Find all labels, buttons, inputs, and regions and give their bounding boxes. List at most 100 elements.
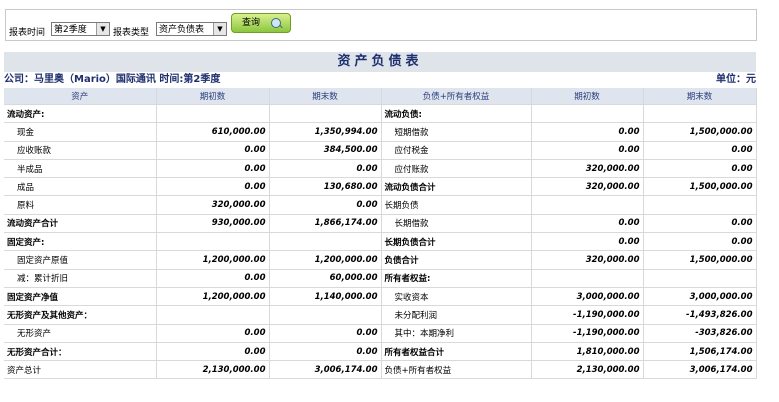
amount-cell: 0.00: [156, 342, 270, 362]
amount-cell: [269, 104, 382, 124]
filter-toolbar: 报表时间 第2季度 ▼ 报表类型 资产负债表 ▼ 查询: [5, 9, 757, 41]
liability-item-label: 短期借款: [381, 122, 532, 142]
table-row: 流动资产合计 930,000.00 1,866,174.00 长期借款 0.00 0.00: [4, 214, 757, 234]
liability-item-label: 长期负债合计: [381, 232, 532, 252]
column-header: 负债+所有者权益: [381, 88, 532, 105]
report-type-select[interactable]: 资产负债表 ▼: [156, 22, 227, 36]
amount-cell: [531, 104, 644, 124]
table-row: 应收账款 0.00 384,500.00 应付税金 0.00 0.00: [4, 141, 757, 160]
amount-cell: 320,000.00: [531, 159, 644, 179]
liability-item-label: 负债+所有者权益: [381, 360, 532, 380]
amount-cell: 0.00: [531, 232, 644, 252]
asset-item-label: 流动资产合计: [4, 214, 157, 234]
amount-cell: -1,190,000.00: [531, 305, 644, 325]
amount-cell: 930,000.00: [156, 214, 270, 234]
amount-cell: 130,680.00: [269, 177, 382, 197]
query-button[interactable]: 查询: [231, 13, 291, 33]
amount-cell: 1,500,000.00: [643, 122, 757, 142]
table-row: 无形资产合计： 0.00 0.00 所有者权益合计 1,810,000.00 1,506,…: [4, 342, 757, 362]
amount-cell: [269, 305, 382, 325]
magnifier-icon: [271, 18, 281, 28]
amount-cell: -1,493,826.00: [643, 305, 757, 325]
table-row: 资产总计 2,130,000.00 3,006,174.00 负债+所有者权益 2,13…: [4, 360, 757, 380]
asset-item-label: 固定资产原值: [4, 250, 157, 270]
amount-cell: [156, 104, 270, 124]
amount-cell: 3,000,000.00: [643, 287, 757, 307]
amount-cell: [643, 104, 757, 124]
amount-cell: -1,190,000.00: [531, 324, 644, 343]
amount-cell: 1,200,000.00: [156, 250, 270, 270]
amount-cell: 0.00: [269, 159, 382, 179]
liability-item-label: 其中：本期净利: [381, 324, 532, 343]
chevron-down-icon: ▼: [213, 23, 226, 35]
liability-item-label: 应付税金: [381, 141, 532, 160]
liability-item-label: 流动负债:: [381, 104, 532, 124]
period-label: 报表时间: [9, 28, 46, 38]
column-header: 资产: [4, 88, 157, 105]
column-header: 期末数: [269, 88, 382, 105]
amount-cell: 3,006,174.00: [269, 360, 382, 380]
liability-item-label: 所有者权益:: [381, 269, 532, 288]
balance-sheet-table: 资产 期初数 期末数 负债+所有者权益 期初数 期末数 流动资产: 流动负债: 现金 610,00…: [4, 88, 757, 380]
liability-item-label: 未分配利润: [381, 305, 532, 325]
asset-item-label: 原料: [4, 195, 157, 215]
asset-item-label: 无形资产合计：: [4, 342, 157, 362]
query-button-label: 查询: [242, 18, 261, 28]
table-row: 流动资产: 流动负债:: [4, 104, 757, 124]
amount-cell: 1,500,000.00: [643, 250, 757, 270]
amount-cell: 0.00: [643, 159, 757, 179]
amount-cell: [156, 232, 270, 252]
amount-cell: [531, 269, 644, 288]
amount-cell: -303,826.00: [643, 324, 757, 343]
table-row: 无形资产 0.00 0.00 其中：本期净利 -1,190,000.00 -303,826…: [4, 324, 757, 343]
table-header-row: 资产 期初数 期末数 负债+所有者权益 期初数 期末数: [4, 88, 757, 105]
liability-item-label: 实收资本: [381, 287, 532, 307]
table-row: 固定资产: 长期负债合计 0.00 0.00: [4, 232, 757, 252]
asset-item-label: 现金: [4, 122, 157, 142]
report-info-bar: 公司：马里奥（Mario）国际通讯 时间:第2季度 单位：元: [4, 72, 756, 88]
amount-cell: 0.00: [156, 177, 270, 197]
amount-cell: 1,506,174.00: [643, 342, 757, 362]
report-type-select-value: 资产负债表: [159, 25, 205, 35]
amount-cell: 1,200,000.00: [156, 287, 270, 307]
column-header: 期初数: [156, 88, 270, 105]
asset-item-label: 固定资产净值: [4, 287, 157, 307]
asset-item-label: 应收账款: [4, 141, 157, 160]
column-header: 期初数: [531, 88, 644, 105]
amount-cell: [643, 195, 757, 215]
amount-cell: 2,130,000.00: [156, 360, 270, 380]
period-select-value: 第2季度: [54, 25, 87, 35]
asset-item-label: 成品: [4, 177, 157, 197]
asset-item-label: 半成品: [4, 159, 157, 179]
liability-item-label: 流动负债合计: [381, 177, 532, 197]
amount-cell: [269, 232, 382, 252]
amount-cell: 0.00: [156, 159, 270, 179]
amount-cell: 1,140,000.00: [269, 287, 382, 307]
liability-item-label: 负债合计: [381, 250, 532, 270]
table-row: 无形资产及其他资产： 未分配利润 -1,190,000.00 -1,493,826.0…: [4, 305, 757, 325]
table-row: 现金 610,000.00 1,350,994.00 短期借款 0.00 1,500,00…: [4, 122, 757, 142]
amount-cell: [643, 269, 757, 288]
amount-cell: 384,500.00: [269, 141, 382, 160]
amount-cell: 0.00: [156, 324, 270, 343]
amount-cell: 1,500,000.00: [643, 177, 757, 197]
liability-item-label: 长期借款: [381, 214, 532, 234]
amount-cell: 1,350,994.00: [269, 122, 382, 142]
report-title: 资产负债表: [4, 52, 756, 72]
amount-cell: 1,200,000.00: [269, 250, 382, 270]
amount-cell: 0.00: [156, 269, 270, 288]
amount-cell: 0.00: [531, 122, 644, 142]
chevron-down-icon: ▼: [96, 23, 109, 35]
amount-cell: 0.00: [531, 141, 644, 160]
asset-item-label: 无形资产及其他资产：: [4, 305, 157, 325]
asset-item-label: 固定资产:: [4, 232, 157, 252]
balance-sheet-report: 资产负债表 公司：马里奥（Mario）国际通讯 时间:第2季度 单位：元 资产期…: [4, 52, 757, 380]
liability-item-label: 所有者权益合计: [381, 342, 532, 362]
amount-cell: 610,000.00: [156, 122, 270, 142]
amount-cell: 320,000.00: [156, 195, 270, 215]
liability-item-label: 长期负债: [381, 195, 532, 215]
unit-label: 单位：元: [716, 74, 756, 85]
amount-cell: 1,866,174.00: [269, 214, 382, 234]
period-select[interactable]: 第2季度 ▼: [51, 22, 110, 36]
amount-cell: 0.00: [269, 195, 382, 215]
